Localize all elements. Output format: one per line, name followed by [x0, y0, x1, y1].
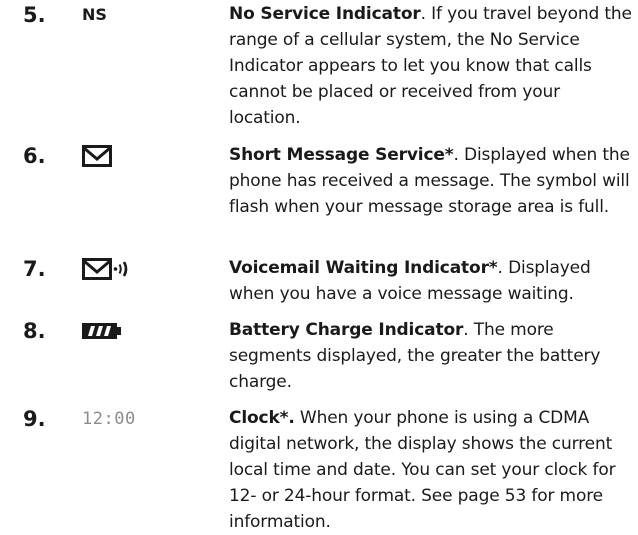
symbol — [82, 255, 130, 283]
symbol — [82, 142, 112, 170]
item-title: Battery Charge Indicator — [229, 320, 464, 340]
item-description: Battery Charge Indicator. The more segme… — [229, 317, 634, 395]
clock-symbol: 12:00 — [82, 409, 136, 429]
envelope-icon — [82, 145, 112, 167]
item-title: No Service Indicator — [229, 4, 421, 24]
item-title: Clock*. — [229, 408, 295, 428]
no-service-symbol: NS — [82, 5, 107, 24]
item-number: 7. — [23, 257, 46, 281]
item-number: 8. — [23, 319, 46, 343]
item-number: 5. — [23, 3, 46, 27]
item-description: Clock*. When your phone is using a CDMA … — [229, 405, 634, 535]
item-title: Short Message Service* — [229, 145, 454, 165]
symbol: 12:00 — [82, 405, 136, 433]
item-description: Short Message Service*. Displayed when t… — [229, 142, 634, 220]
item-description: No Service Indicator. If you travel beyo… — [229, 1, 634, 131]
battery-icon — [82, 323, 121, 339]
item-number: 6. — [23, 144, 46, 168]
item-number: 9. — [23, 407, 46, 431]
item-title: Voicemail Waiting Indicator* — [229, 258, 498, 278]
item-description: Voicemail Waiting Indicator*. Displayed … — [229, 255, 634, 307]
voicemail-envelope-icon — [82, 258, 128, 280]
symbol: NS — [82, 1, 107, 29]
symbol — [82, 317, 122, 345]
